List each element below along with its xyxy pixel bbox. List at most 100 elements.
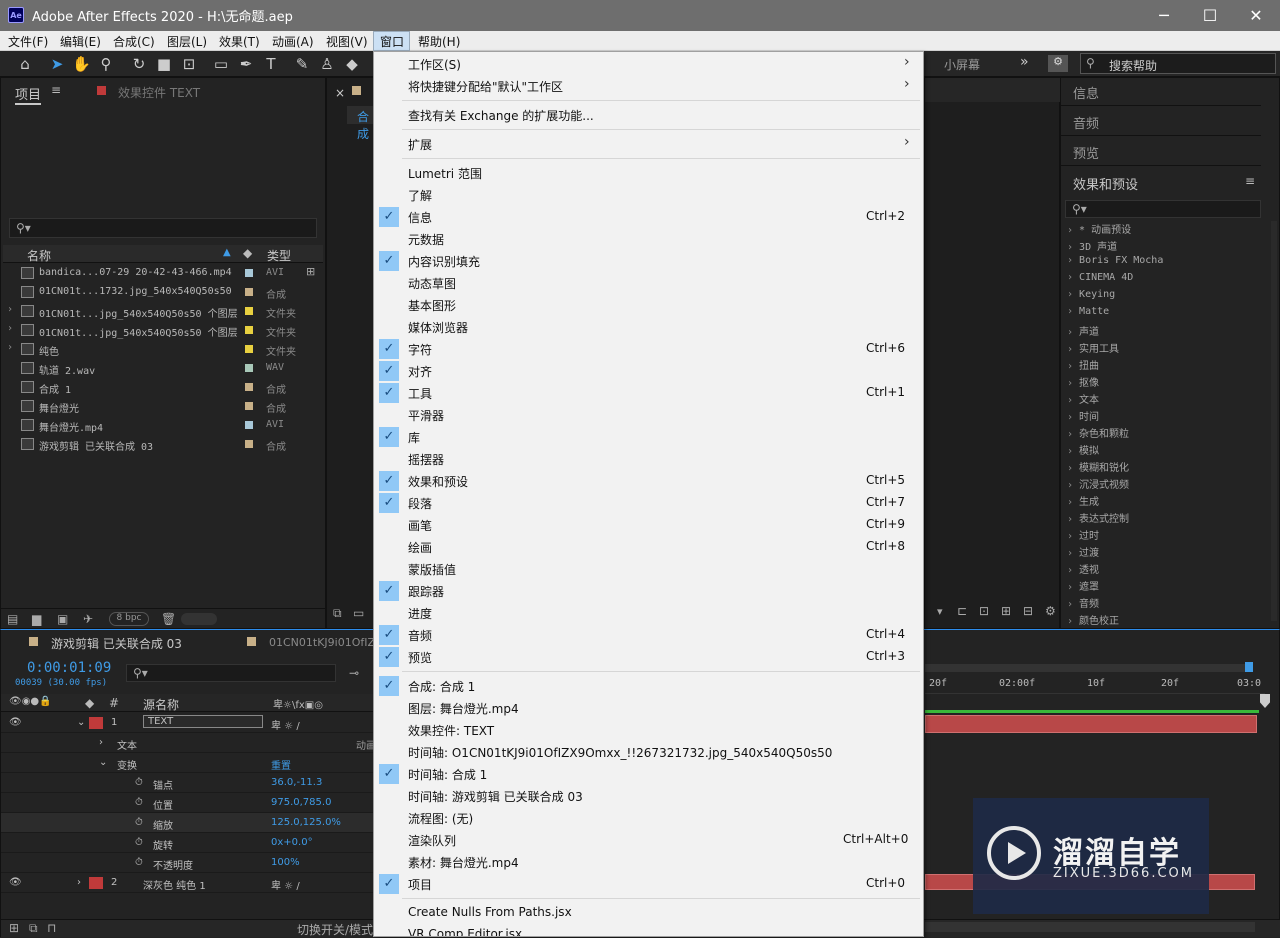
layer-label-color[interactable] xyxy=(89,717,103,729)
menu-item[interactable]: 工作区(S) › xyxy=(374,53,923,75)
effect-category[interactable]: › Matte xyxy=(1067,306,1109,317)
menu-item[interactable]: 素材: 舞台燈光.mp4 xyxy=(374,851,923,873)
end-of-work-area-icon[interactable] xyxy=(1260,694,1270,708)
project-item[interactable]: › 01CN01t...jpg_540x540Q50s50 个图层 文件夹 xyxy=(1,302,323,321)
menu-item[interactable]: 流程图: (无) xyxy=(374,807,923,829)
label-color-swatch[interactable] xyxy=(245,269,253,277)
bit-depth-button[interactable]: 8 bpc xyxy=(109,612,149,626)
effects-presets-header[interactable]: 效果和预设 ≡ xyxy=(1061,168,1279,198)
monitor-icon[interactable]: ▭ xyxy=(353,606,364,620)
menu-item[interactable]: ✓ 时间轴: 合成 1 xyxy=(374,763,923,785)
property-row[interactable]: ⏱ 位置 975.0,785.0 xyxy=(1,793,374,813)
project-item[interactable]: 舞台燈光 合成 xyxy=(1,397,323,416)
menu-item[interactable]: 扩展 › xyxy=(374,133,923,155)
menu-item[interactable]: ✓ 内容识别填充 xyxy=(374,250,923,272)
property-row[interactable]: ⏱ 旋转 0x+0.0° xyxy=(1,833,374,853)
menu-item[interactable]: 渲染队列 Ctrl+Alt+0 xyxy=(374,829,923,851)
layer-switches-icon[interactable]: 卑 ☼ / xyxy=(271,877,300,892)
visibility-eye-icon[interactable]: 👁 xyxy=(9,717,22,728)
row-label[interactable]: 深灰色 纯色 1 xyxy=(143,877,206,892)
menu-file[interactable]: 文件(F) xyxy=(8,33,48,50)
expand-arrow-icon[interactable]: › xyxy=(1067,306,1079,317)
menu-item[interactable]: VR Comp Editor.jsx xyxy=(374,924,923,936)
menu-item[interactable]: 了解 xyxy=(374,184,923,206)
work-area-bar[interactable] xyxy=(925,710,1259,713)
menu-item[interactable]: ✓ 效果和预设 Ctrl+5 xyxy=(374,470,923,492)
menu-item[interactable]: ✓ 项目 Ctrl+0 xyxy=(374,873,923,895)
effect-category[interactable]: › 实用工具 xyxy=(1067,340,1119,355)
label-color-swatch[interactable] xyxy=(245,440,253,448)
more-workspaces-icon[interactable]: » xyxy=(1020,54,1029,70)
menu-item[interactable]: 摇摆器 xyxy=(374,448,923,470)
view-options-dropdown[interactable]: ▾ xyxy=(937,605,943,618)
menu-item[interactable]: 基本图形 xyxy=(374,294,923,316)
layer-switches-icon[interactable]: 卑 ☼ / xyxy=(271,717,300,732)
effect-category[interactable]: › CINEMA 4D xyxy=(1067,272,1133,283)
column-name[interactable]: 名称 xyxy=(27,247,51,264)
toggle-switches-modes-button[interactable]: 切换开关/模式 xyxy=(297,921,373,938)
effect-category[interactable]: › 3D 声道 xyxy=(1067,238,1117,253)
effect-category[interactable]: › 杂色和颗粒 xyxy=(1067,425,1129,440)
pen-tool-icon[interactable]: ✒ xyxy=(237,55,255,73)
effect-category[interactable]: › * 动画预设 xyxy=(1067,221,1131,236)
effect-category[interactable]: › 文本 xyxy=(1067,391,1099,406)
label-color-swatch[interactable] xyxy=(245,364,253,372)
label-tag-icon[interactable]: ◆ xyxy=(243,246,252,260)
property-row[interactable]: › 文本 动画 xyxy=(1,733,376,753)
expand-arrow-icon[interactable]: › xyxy=(1067,514,1079,525)
flowchart-icon[interactable]: ⊞ xyxy=(306,265,315,278)
expand-arrow-icon[interactable]: › xyxy=(1067,565,1079,576)
timeline-search-input[interactable]: ⚲▾ xyxy=(126,664,336,682)
effect-category[interactable]: › 生成 xyxy=(1067,493,1099,508)
menu-item[interactable]: 进度 xyxy=(374,602,923,624)
comp-flowchart-icon[interactable]: ⊸ xyxy=(349,666,359,680)
project-item[interactable]: 舞台燈光.mp4 AVI xyxy=(1,416,323,435)
expand-arrow-icon[interactable]: › xyxy=(1067,225,1079,236)
timeline-horizontal-scrollbar[interactable] xyxy=(925,922,1255,932)
effects-scrollbar[interactable] xyxy=(1271,221,1277,621)
project-item[interactable]: 游戏剪辑 已关联合成 03 合成 xyxy=(1,435,323,454)
layer-row[interactable]: 👁 1 ⌄ 卑 ☼ / TEXT xyxy=(1,713,374,733)
stopwatch-icon[interactable]: ⏱ xyxy=(135,857,143,868)
expand-arrow-icon[interactable]: › xyxy=(7,323,13,334)
eraser-tool-icon[interactable]: ◆ xyxy=(343,55,361,73)
effect-category[interactable]: › Boris FX Mocha xyxy=(1067,255,1163,266)
menu-edit[interactable]: 编辑(E) xyxy=(60,33,101,50)
panel-menu-icon[interactable]: ≡ xyxy=(1245,174,1255,188)
menu-item[interactable]: ✓ 信息 Ctrl+2 xyxy=(374,206,923,228)
effect-category[interactable]: › 音频 xyxy=(1067,595,1099,610)
menu-item[interactable]: ✓ 合成: 合成 1 xyxy=(374,675,923,697)
menu-view[interactable]: 视图(V) xyxy=(326,33,368,50)
label-color-swatch[interactable] xyxy=(245,307,253,315)
menu-composition[interactable]: 合成(C) xyxy=(113,33,155,50)
menu-layer[interactable]: 图层(L) xyxy=(167,33,207,50)
property-value[interactable]: 100% xyxy=(271,857,300,868)
menu-item[interactable]: ✓ 跟踪器 xyxy=(374,580,923,602)
menu-item[interactable]: 蒙版插值 xyxy=(374,558,923,580)
menu-item[interactable]: ✓ 工具 Ctrl+1 xyxy=(374,382,923,404)
region-of-interest-icon[interactable]: ⧉ xyxy=(333,606,342,621)
menu-item[interactable]: ✓ 预览 Ctrl+3 xyxy=(374,646,923,668)
label-color-swatch[interactable] xyxy=(245,345,253,353)
expand-arrow-icon[interactable]: › xyxy=(1067,327,1079,338)
expand-arrow-icon[interactable]: › xyxy=(1067,531,1079,542)
effect-category[interactable]: › 过时 xyxy=(1067,527,1099,542)
project-item[interactable]: 轨道 2.wav WAV xyxy=(1,359,323,378)
panel-info[interactable]: 信息 xyxy=(1061,78,1261,106)
time-ruler[interactable]: 20f 02:00f 10f 20f 03:0 xyxy=(925,676,1265,694)
label-color-swatch[interactable] xyxy=(245,383,253,391)
label-color-swatch[interactable] xyxy=(245,421,253,429)
menu-item[interactable]: ✓ 段落 Ctrl+7 xyxy=(374,492,923,514)
navigator-end-handle[interactable] xyxy=(1245,662,1253,672)
project-item[interactable]: 合成 1 合成 xyxy=(1,378,323,397)
project-item[interactable]: 01CN01t...1732.jpg_540x540Q50s50 合成 xyxy=(1,283,323,302)
menu-item[interactable]: 画笔 Ctrl+9 xyxy=(374,514,923,536)
clone-stamp-tool-icon[interactable]: ♙ xyxy=(318,55,336,73)
property-row[interactable]: ⏱ 缩放 125.0,125.0% xyxy=(1,813,374,833)
expand-arrow-icon[interactable]: › xyxy=(1067,395,1079,406)
new-folder-icon[interactable]: ▆ xyxy=(32,612,41,626)
toggle-transfer-controls-icon[interactable]: ⊓ xyxy=(47,921,56,935)
menu-item[interactable]: 媒体浏览器 xyxy=(374,316,923,338)
effect-category[interactable]: › Keying xyxy=(1067,289,1115,300)
render-queue-icon[interactable]: ✈ xyxy=(83,612,93,626)
